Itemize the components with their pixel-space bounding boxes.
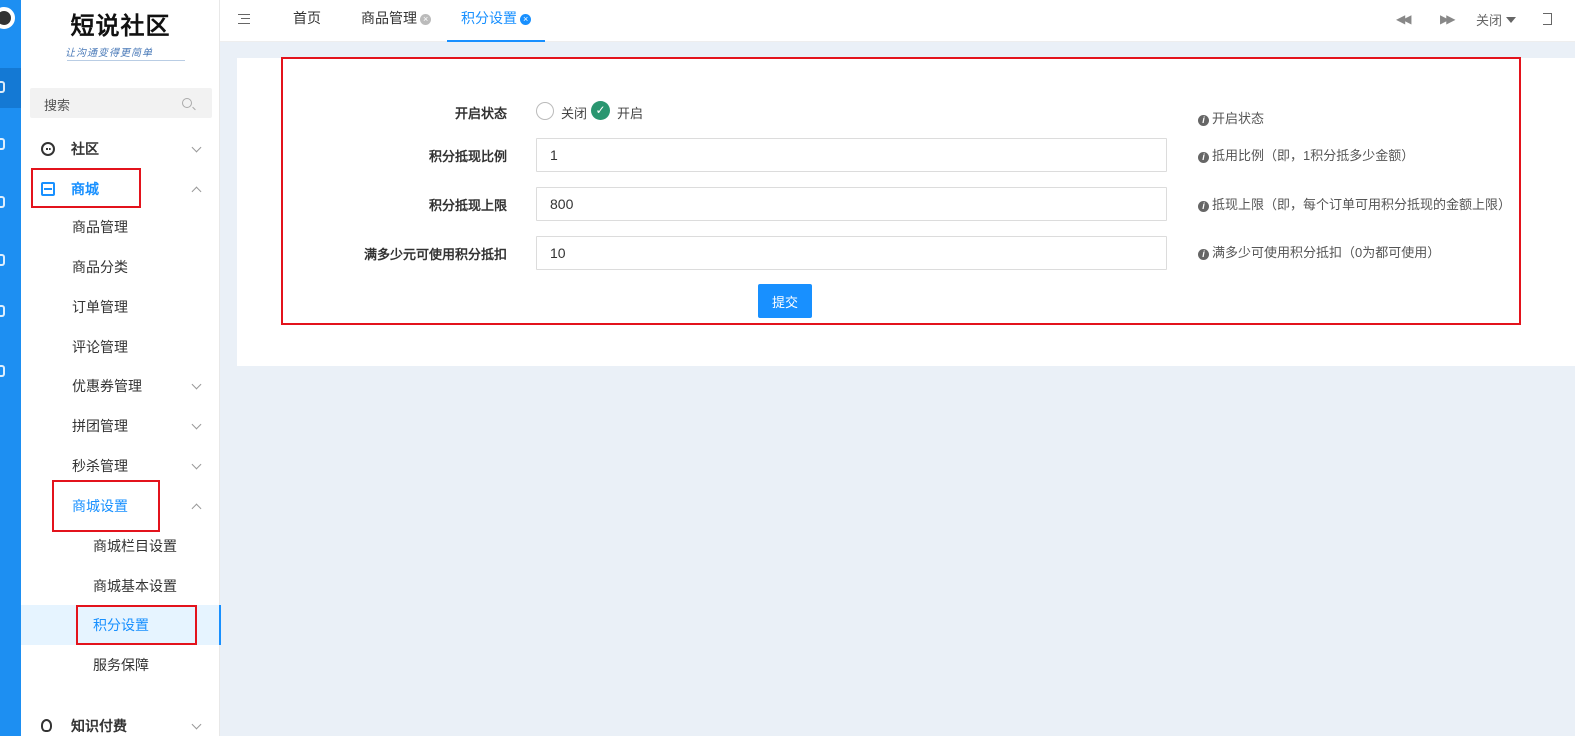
sidebar-item-label: 商城 — [71, 181, 99, 197]
logo-underline — [67, 60, 185, 61]
rail-item-4[interactable] — [0, 241, 21, 281]
sidebar-item-group-buy-management[interactable]: 拼团管理 — [21, 406, 220, 446]
sidebar-item-label: 积分设置 — [93, 617, 149, 633]
submit-button[interactable]: 提交 — [758, 284, 812, 318]
chat-icon — [41, 142, 55, 156]
tab-label: 首页 — [293, 10, 321, 26]
rail-item-3[interactable] — [0, 183, 21, 223]
sidebar-item-label: 订单管理 — [72, 299, 128, 315]
sidebar-item-coupon-management[interactable]: 优惠券管理 — [21, 366, 220, 406]
status-label: 开启状态 — [454, 106, 507, 121]
rail-icon — [0, 138, 5, 150]
shop-icon — [41, 182, 55, 196]
sidebar-item-label: 评论管理 — [72, 339, 128, 355]
sidebar-item-review-management[interactable]: 评论管理 — [21, 327, 220, 367]
chevron-down-icon — [191, 419, 202, 430]
rail-item-6[interactable] — [0, 352, 21, 392]
sidebar-item-label: 秒杀管理 — [72, 458, 128, 474]
status-option-on-label: 开启 — [617, 106, 644, 121]
lightbulb-icon — [41, 719, 52, 732]
logo: 短说社区 让沟通变得更简单 — [21, 6, 220, 61]
rail-icon — [0, 305, 5, 317]
chevron-down-icon — [191, 379, 202, 390]
sidebar-search[interactable]: 搜索 — [30, 88, 212, 118]
sidebar-item-label: 商品管理 — [72, 219, 128, 235]
top-tab-bar: 首页 商品管理 × 积分设置 × ◀◀ ▶▶ 关闭 — [220, 0, 1575, 42]
rail-icon — [0, 365, 5, 377]
tab-product-management[interactable]: 商品管理 × — [361, 0, 431, 42]
status-radio-off[interactable] — [536, 102, 554, 120]
sidebar: 短说社区 让沟通变得更简单 搜索 社区 商城 商品管理 商品分类 订单管理 评论… — [21, 0, 221, 736]
ratio-label: 积分抵现比例 — [428, 149, 507, 164]
limit-label: 积分抵现上限 — [428, 198, 507, 213]
rail-icon — [0, 196, 5, 208]
sidebar-item-label: 服务保障 — [93, 657, 149, 673]
sidebar-item-mall[interactable]: 商城 — [21, 169, 220, 209]
search-placeholder: 搜索 — [44, 98, 71, 113]
sidebar-item-points-settings[interactable]: 积分设置 — [21, 605, 221, 645]
logo-title: 短说社区 — [70, 11, 171, 40]
scroll-right-icon[interactable]: ▶▶ — [1440, 12, 1456, 26]
sidebar-item-label: 商城基本设置 — [93, 578, 177, 594]
collapse-menu-icon[interactable] — [238, 14, 250, 24]
sidebar-item-label: 商城设置 — [72, 498, 128, 514]
status-hint: i 开启状态 — [1198, 108, 1264, 127]
sidebar-item-mall-column-settings[interactable]: 商城栏目设置 — [21, 526, 220, 566]
sidebar-item-label: 拼团管理 — [72, 418, 128, 434]
search-icon[interactable] — [182, 98, 192, 108]
tab-label: 积分设置 — [461, 10, 517, 26]
chevron-down-icon — [191, 142, 202, 153]
sidebar-item-mall-settings[interactable]: 商城设置 — [21, 486, 220, 526]
limit-hint: i 抵现上限（即，每个订单可用积分抵现的金额上限） — [1198, 194, 1511, 213]
close-tabs-label: 关闭 — [1476, 13, 1503, 28]
sidebar-item-flash-sale-management[interactable]: 秒杀管理 — [21, 446, 220, 486]
sidebar-item-mall-basic-settings[interactable]: 商城基本设置 — [21, 566, 220, 606]
rail-item-1[interactable] — [0, 68, 21, 108]
caret-down-icon — [1506, 17, 1517, 23]
rail-icon — [0, 254, 5, 266]
info-icon: i — [1198, 249, 1209, 260]
points-settings-card: 开启状态 关闭 ✓ 开启 i开启状态 积分抵现比例 i抵用比例（即，1积分抵多少… — [237, 58, 1575, 366]
fullscreen-exit-icon[interactable] — [1543, 13, 1552, 25]
rail-icon — [0, 81, 5, 93]
sidebar-item-label: 社区 — [71, 141, 99, 157]
logo-subtitle: 让沟通变得更简单 — [65, 48, 153, 59]
info-icon: i — [1198, 152, 1209, 163]
limit-input[interactable] — [536, 187, 1167, 221]
status-radio-on[interactable]: ✓ — [591, 101, 610, 120]
info-icon: i — [1198, 201, 1209, 212]
sidebar-item-label: 知识付费 — [71, 718, 127, 734]
threshold-hint: i 满多少可使用积分抵扣（0为都可使用） — [1198, 242, 1440, 261]
ratio-hint: i 抵用比例（即，1积分抵多少金额） — [1198, 145, 1414, 164]
rail-item-5[interactable] — [0, 292, 21, 332]
close-icon[interactable]: × — [520, 14, 531, 25]
sidebar-item-label: 商城栏目设置 — [93, 538, 177, 554]
app-rail — [0, 0, 21, 736]
sidebar-item-order-management[interactable]: 订单管理 — [21, 287, 220, 327]
sidebar-item-community[interactable]: 社区 — [21, 129, 220, 169]
tab-label: 商品管理 — [361, 10, 417, 26]
rail-item-2[interactable] — [0, 125, 21, 165]
chevron-up-icon — [191, 503, 202, 514]
sidebar-item-label: 商品分类 — [72, 259, 128, 275]
threshold-input[interactable] — [536, 236, 1167, 270]
sidebar-item-label: 优惠券管理 — [72, 378, 142, 394]
threshold-label: 满多少元可使用积分抵扣 — [363, 247, 507, 262]
sidebar-item-service-guarantee[interactable]: 服务保障 — [21, 645, 220, 685]
status-option-off-label: 关闭 — [561, 106, 588, 121]
tab-home[interactable]: 首页 — [293, 0, 321, 42]
tab-points-settings[interactable]: 积分设置 × — [447, 0, 545, 42]
ratio-input[interactable] — [536, 138, 1167, 172]
scroll-left-icon[interactable]: ◀◀ — [1396, 12, 1412, 26]
info-icon: i — [1198, 115, 1209, 126]
chevron-down-icon — [191, 459, 202, 470]
sidebar-item-paid-knowledge[interactable]: 知识付费 — [21, 706, 220, 736]
sidebar-item-product-category[interactable]: 商品分类 — [21, 247, 220, 287]
chevron-up-icon — [191, 186, 202, 197]
close-icon[interactable]: × — [420, 14, 431, 25]
chevron-down-icon — [191, 719, 202, 730]
sidebar-item-product-management[interactable]: 商品管理 — [21, 207, 220, 247]
avatar[interactable] — [0, 4, 18, 32]
close-tabs-dropdown[interactable]: 关闭 — [1476, 10, 1517, 29]
